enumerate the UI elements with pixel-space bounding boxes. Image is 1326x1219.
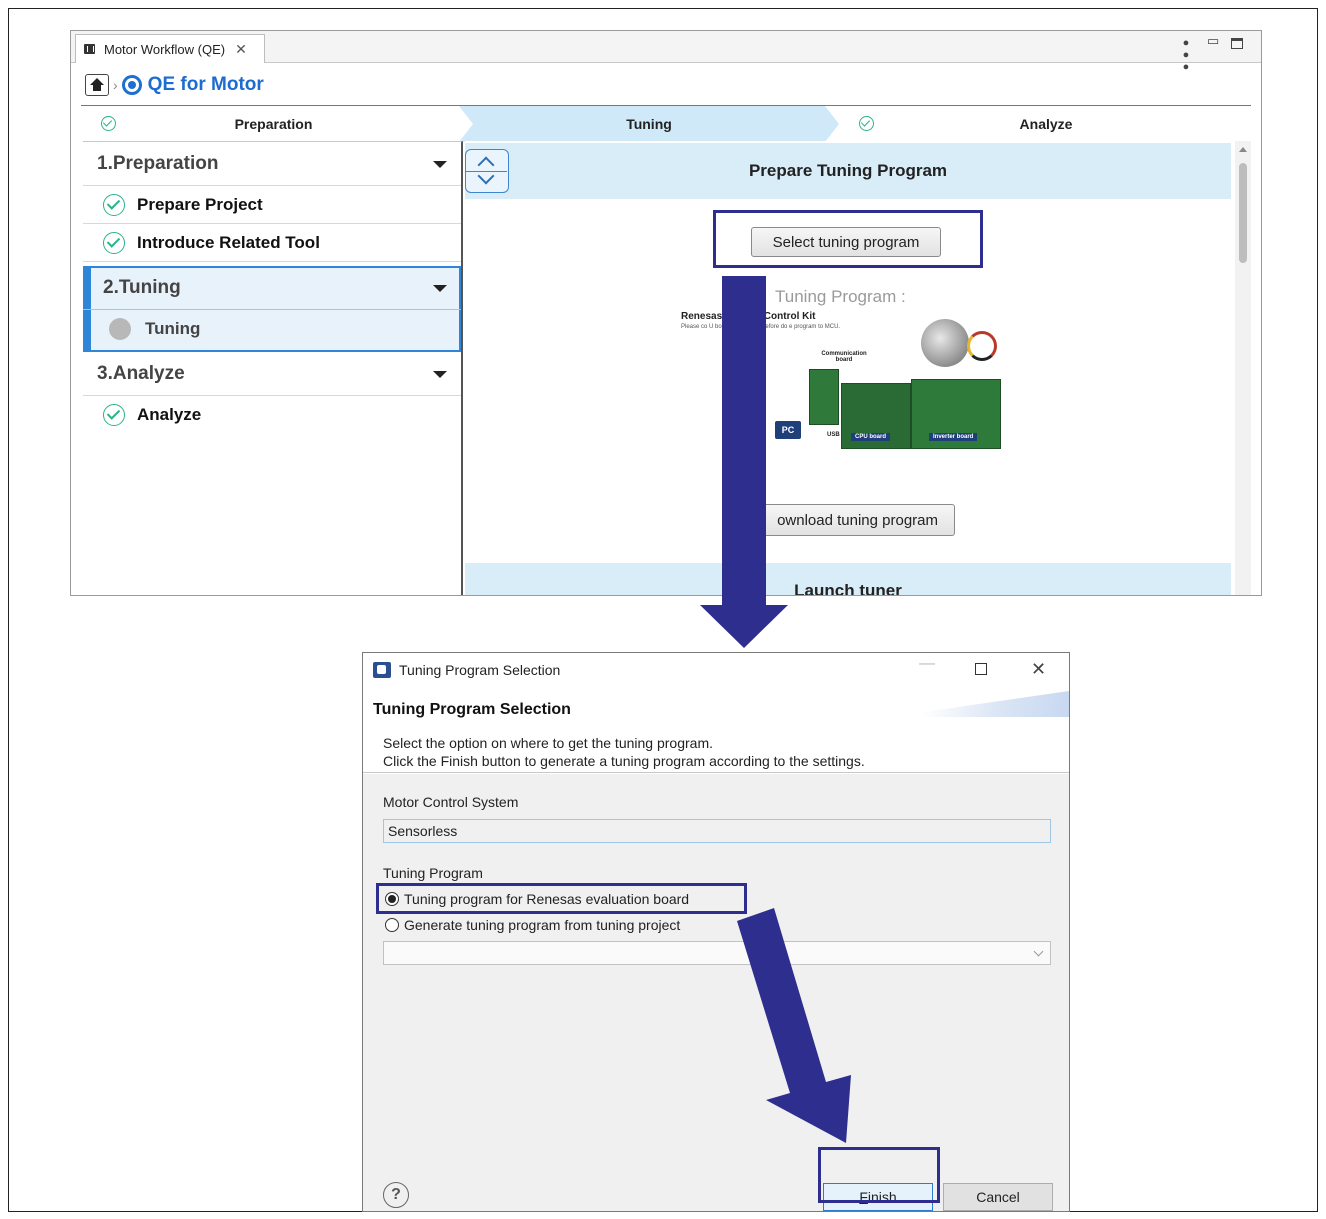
check-icon xyxy=(103,193,125,216)
tab-label: Motor Workflow (QE) xyxy=(104,41,226,57)
dialog-banner: Tuning Program Selection Select the opti… xyxy=(363,687,1069,773)
dialog-description-1: Select the option on where to get the tu… xyxy=(383,735,713,751)
step-analyze[interactable]: Analyze xyxy=(841,106,1251,142)
download-tuning-program-button[interactable]: ownload tuning program xyxy=(761,504,955,536)
sidebar-item-label: Tuning xyxy=(145,319,201,338)
section-title: 3.Analyze xyxy=(97,362,185,384)
highlight-finish-button xyxy=(818,1147,940,1203)
kit-title: Renesas e Motor Control Kit xyxy=(681,311,816,322)
motor-wires xyxy=(967,331,997,361)
minimize-icon[interactable]: ▭ xyxy=(1207,33,1219,49)
sidebar-item-introduce-related-tool[interactable]: Introduce Related Tool xyxy=(83,224,461,262)
workflow-steps: Preparation Tuning Analyze xyxy=(81,105,1251,142)
minimize-icon[interactable]: — xyxy=(919,655,935,673)
cpu-board-label: CPU board xyxy=(851,433,891,441)
tuning-program-label: Tuning Program : xyxy=(775,287,906,306)
motor-kit-image: Renesas e Motor Control Kit Please co U … xyxy=(681,311,1011,471)
help-icon[interactable]: ? xyxy=(383,1182,409,1208)
maximize-icon[interactable] xyxy=(975,663,987,675)
step-label: Tuning xyxy=(626,116,672,132)
breadcrumb-separator-icon: › xyxy=(113,77,118,93)
check-icon xyxy=(103,231,125,254)
prepare-heading-text: Prepare Tuning Program xyxy=(748,161,948,180)
motor-workflow-window: Motor Workflow (QE) ✕ ●●● ▭ › QE for Mot… xyxy=(70,30,1262,596)
scroll-thumb[interactable] xyxy=(1239,163,1247,263)
check-icon xyxy=(101,116,116,131)
breadcrumb-title[interactable]: QE for Motor xyxy=(148,74,264,96)
step-tuning[interactable]: Tuning xyxy=(459,106,839,142)
vertical-scrollbar[interactable] xyxy=(1235,141,1251,595)
motor-image xyxy=(921,319,969,367)
dialog-title: Tuning Program Selection xyxy=(399,662,561,678)
tuning-project-select[interactable] xyxy=(383,941,1051,965)
section-tuning[interactable]: 2.Tuning xyxy=(83,266,461,310)
workflow-icon xyxy=(84,43,98,55)
banner-decoration xyxy=(889,691,1069,717)
workflow-sidebar: 1.Preparation Prepare Project Introduce … xyxy=(83,141,463,595)
launch-tuner-text: Launch tuner xyxy=(794,581,902,596)
editor-tab-bar: Motor Workflow (QE) ✕ ●●● ▭ xyxy=(71,31,1261,73)
home-icon[interactable] xyxy=(85,74,109,96)
step-label: Analyze xyxy=(1019,116,1073,132)
pc-label: PC xyxy=(775,421,801,439)
motor-control-system-label: Motor Control System xyxy=(383,794,519,810)
collapse-expand-toggle[interactable] xyxy=(465,149,509,193)
prepare-heading: Prepare Tuning Program xyxy=(465,143,1231,199)
scroll-up-icon[interactable] xyxy=(1239,147,1247,152)
qe-motor-icon xyxy=(121,75,142,95)
breadcrumb: › QE for Motor xyxy=(85,71,264,99)
radio-label: Generate tuning program from tuning proj… xyxy=(404,917,681,933)
dialog-description-2: Click the Finish button to generate a tu… xyxy=(383,753,865,769)
chevron-down-icon[interactable] xyxy=(1033,946,1044,957)
caret-down-icon[interactable] xyxy=(433,161,447,168)
caret-down-icon[interactable] xyxy=(433,371,447,378)
step-label: Preparation xyxy=(234,116,313,132)
dialog-heading: Tuning Program Selection xyxy=(373,701,571,718)
highlight-select-button xyxy=(713,210,983,268)
close-icon[interactable]: ✕ xyxy=(1031,659,1046,680)
tab-motor-workflow[interactable]: Motor Workflow (QE) ✕ xyxy=(75,34,265,63)
radio-unselected-icon[interactable] xyxy=(385,918,399,932)
radio-generate-from-project[interactable]: Generate tuning program from tuning proj… xyxy=(385,917,680,933)
check-icon xyxy=(103,404,125,426)
highlight-renesas-option xyxy=(376,883,747,914)
comm-board-label: Communication board xyxy=(821,351,867,363)
sidebar-item-prepare-project[interactable]: Prepare Project xyxy=(83,186,461,224)
comm-board-image xyxy=(809,369,839,425)
sidebar-item-label: Introduce Related Tool xyxy=(137,232,320,252)
dialog-body: Motor Control System Sensorless Tuning P… xyxy=(363,774,1069,1211)
step-preparation[interactable]: Preparation xyxy=(81,106,466,142)
view-menu-icon[interactable]: ●●● xyxy=(1180,37,1192,73)
motor-control-system-field[interactable]: Sensorless xyxy=(383,819,1051,843)
section-analyze[interactable]: 3.Analyze xyxy=(83,352,461,396)
maximize-icon[interactable] xyxy=(1231,38,1243,49)
sidebar-item-analyze[interactable]: Analyze xyxy=(83,396,461,434)
tuning-program-label: Tuning Program xyxy=(383,865,483,881)
section-title: 2.Tuning xyxy=(103,276,181,298)
close-icon[interactable]: ✕ xyxy=(235,41,247,58)
tuning-program-selection-dialog: Tuning Program Selection — ✕ Tuning Prog… xyxy=(362,652,1070,1212)
cancel-button[interactable]: Cancel xyxy=(943,1183,1053,1211)
launch-tuner-heading: Launch tuner xyxy=(465,563,1231,596)
usb-label: USB xyxy=(827,432,840,438)
inverter-board-label: Inverter board xyxy=(929,433,978,441)
kit-note: Please co U board to your PC before do e… xyxy=(681,324,841,330)
dialog-titlebar: Tuning Program Selection — ✕ xyxy=(363,653,1069,687)
caret-down-icon[interactable] xyxy=(433,285,447,292)
sidebar-item-label: Prepare Project xyxy=(137,194,263,214)
section-title: 1.Preparation xyxy=(97,152,219,174)
sidebar-item-tuning[interactable]: Tuning xyxy=(83,310,461,348)
status-dot-icon xyxy=(109,318,131,340)
app-icon xyxy=(373,662,391,678)
sidebar-item-label: Analyze xyxy=(137,405,202,424)
check-icon xyxy=(859,116,874,131)
section-preparation[interactable]: 1.Preparation xyxy=(83,142,461,186)
